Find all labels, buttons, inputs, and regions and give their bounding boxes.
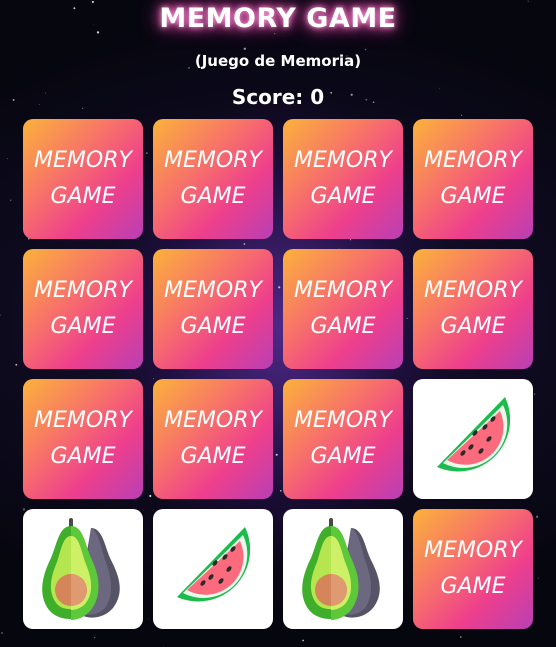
card-back-label: MEMORY GAME — [294, 148, 392, 209]
watermelon-icon — [163, 519, 263, 619]
memory-card-hidden[interactable]: MEMORY GAME — [23, 119, 143, 239]
memory-card-hidden[interactable]: MEMORY GAME — [283, 379, 403, 499]
memory-card-hidden[interactable]: MEMORY GAME — [23, 379, 143, 499]
avocado-icon — [293, 514, 393, 624]
memory-card-hidden[interactable]: MEMORY GAME — [153, 249, 273, 369]
card-back-label: MEMORY GAME — [34, 278, 132, 339]
page-subtitle: (Juego de Memoria) — [194, 52, 362, 70]
memory-card-hidden[interactable]: MEMORY GAME — [153, 379, 273, 499]
memory-card-revealed[interactable] — [283, 509, 403, 629]
memory-card-hidden[interactable]: MEMORY GAME — [413, 249, 533, 369]
avocado-icon — [33, 514, 133, 624]
memory-card-revealed[interactable] — [23, 509, 143, 629]
memory-card-hidden[interactable]: MEMORY GAME — [23, 249, 143, 369]
card-back-label: MEMORY GAME — [34, 148, 132, 209]
memory-card-revealed[interactable] — [413, 379, 533, 499]
card-back-label: MEMORY GAME — [164, 278, 262, 339]
card-back-label: MEMORY GAME — [294, 278, 392, 339]
memory-card-hidden[interactable]: MEMORY GAME — [283, 119, 403, 239]
memory-card-hidden[interactable]: MEMORY GAME — [283, 249, 403, 369]
memory-card-hidden[interactable]: MEMORY GAME — [413, 509, 533, 629]
score-display: Score: 0 — [231, 85, 325, 109]
page-title: MEMORY GAME — [159, 3, 397, 34]
card-back-label: MEMORY GAME — [164, 408, 262, 469]
memory-card-hidden[interactable]: MEMORY GAME — [413, 119, 533, 239]
card-grid: MEMORY GAME MEMORY GAME MEMORY GAME MEMORY … — [23, 119, 533, 629]
card-back-label: MEMORY GAME — [424, 148, 522, 209]
card-back-label: MEMORY GAME — [424, 278, 522, 339]
card-back-label: MEMORY GAME — [164, 148, 262, 209]
memory-card-hidden[interactable]: MEMORY GAME — [153, 119, 273, 239]
watermelon-icon — [423, 389, 523, 489]
card-back-label: MEMORY GAME — [294, 408, 392, 469]
card-back-label: MEMORY GAME — [34, 408, 132, 469]
memory-card-revealed[interactable] — [153, 509, 273, 629]
card-back-label: MEMORY GAME — [424, 538, 522, 599]
